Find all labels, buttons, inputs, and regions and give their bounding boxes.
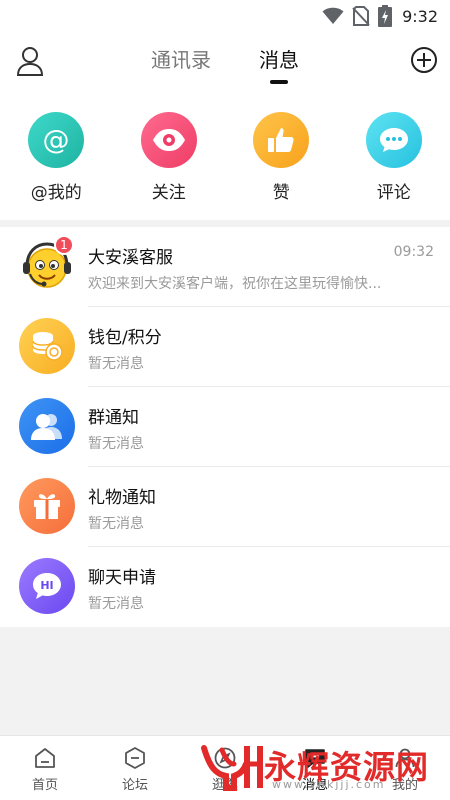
- list-item-subtitle: 欢迎来到大安溪客户端，祝你在这里玩得愉快...: [88, 276, 382, 292]
- forum-icon: [125, 747, 145, 769]
- home-icon: [35, 748, 55, 768]
- comment-icon: [365, 112, 422, 168]
- list-item-gift-notice[interactable]: 礼物通知 暂无消息: [0, 467, 450, 547]
- quick-action-follow[interactable]: 关注: [113, 94, 226, 220]
- tab-messages[interactable]: 消息: [259, 32, 299, 94]
- quick-action-at-me[interactable]: @ @我的: [0, 94, 113, 220]
- quick-action-comment[interactable]: 评论: [338, 94, 450, 220]
- clock: 9:32: [402, 6, 438, 26]
- top-bar: 通讯录 消息: [0, 32, 450, 94]
- nav-home[interactable]: 首页: [0, 736, 90, 800]
- list-item-title: 群通知: [88, 408, 139, 428]
- unread-badge: 1: [54, 235, 74, 255]
- status-bar: 9:32: [0, 0, 450, 32]
- tab-messages-label: 消息: [259, 48, 299, 72]
- list-item-subtitle: 暂无消息: [88, 356, 144, 372]
- quick-action-label: 评论: [376, 183, 411, 203]
- list-item-subtitle: 暂无消息: [88, 436, 144, 452]
- nav-label: 首页: [31, 778, 58, 793]
- watermark-url: www.yhkjjj.com: [272, 778, 386, 791]
- thumbs-up-icon: [253, 112, 310, 168]
- coins-icon: [19, 318, 75, 374]
- quick-action-like[interactable]: 赞: [225, 94, 338, 220]
- eye-icon: [140, 112, 197, 168]
- list-item-subtitle: 暂无消息: [88, 516, 144, 532]
- list-item-wallet[interactable]: 钱包/积分 暂无消息: [0, 307, 450, 387]
- wifi-icon: [322, 7, 344, 25]
- watermark: 永辉资源网 www.yhkjjj.com: [200, 738, 450, 796]
- list-item-title: 聊天申请: [88, 568, 156, 588]
- list-item-title: 大安溪客服: [88, 248, 173, 268]
- list-item-title: 礼物通知: [88, 488, 156, 508]
- gift-icon: [19, 478, 75, 534]
- group-icon: [19, 398, 75, 454]
- header-tabs: 通讯录 消息: [0, 32, 450, 94]
- svg-text:HI: HI: [40, 579, 53, 592]
- list-item-group-notice[interactable]: 群通知 暂无消息: [0, 387, 450, 467]
- tab-contacts-label: 通讯录: [151, 48, 211, 72]
- quick-action-label: @我的: [30, 183, 82, 203]
- active-tab-indicator: [270, 80, 288, 84]
- message-list: 1 大安溪客服 欢迎来到大安溪客户端，祝你在这里玩得愉快... 09:32 钱包…: [0, 227, 450, 627]
- tab-contacts[interactable]: 通讯录: [151, 32, 211, 94]
- nav-forum[interactable]: 论坛: [90, 736, 180, 800]
- list-item-chat-request[interactable]: HI 聊天申请 暂无消息: [0, 547, 450, 627]
- watermark-logo: [201, 745, 263, 791]
- quick-actions: @ @我的 关注 赞 评论: [0, 94, 450, 220]
- quick-action-label: 关注: [151, 183, 186, 203]
- nav-label: 论坛: [121, 778, 148, 793]
- chat-hi-icon: HI: [19, 558, 75, 614]
- add-circle-icon[interactable]: [410, 46, 438, 74]
- at-icon: @: [28, 112, 85, 168]
- no-sim-icon: [352, 6, 370, 26]
- battery-charging-icon: [378, 5, 393, 27]
- list-item-customer-service[interactable]: 1 大安溪客服 欢迎来到大安溪客户端，祝你在这里玩得愉快... 09:32: [0, 227, 450, 307]
- list-item-subtitle: 暂无消息: [88, 596, 144, 612]
- svg-text:@: @: [43, 125, 70, 156]
- quick-action-label: 赞: [272, 183, 290, 203]
- list-item-title: 钱包/积分: [88, 328, 162, 348]
- list-item-time: 09:32: [393, 244, 434, 260]
